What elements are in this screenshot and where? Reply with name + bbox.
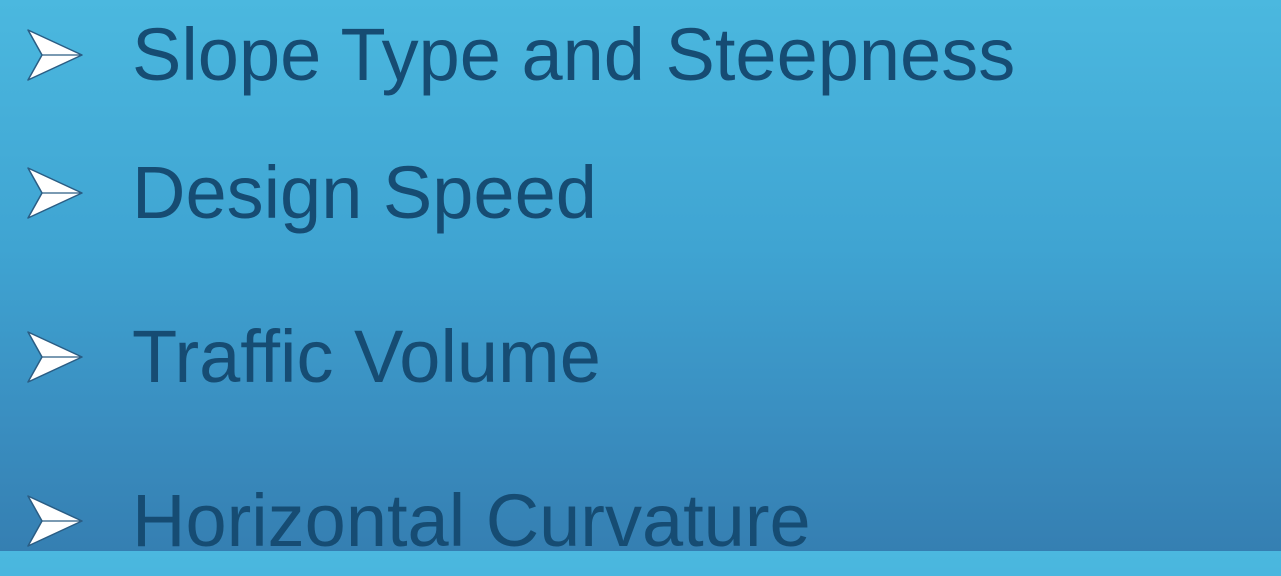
bullet-item: Slope Type and Steepness (0, 0, 1015, 110)
bullet-text: Slope Type and Steepness (132, 13, 1016, 96)
bullet-item: Horizontal Curvature (0, 466, 811, 576)
slide: Slope Type and Steepness Design Speed Tr… (0, 0, 1281, 558)
bullet-text: Traffic Volume (132, 315, 601, 398)
arrowhead-bullet-icon (27, 29, 83, 81)
arrowhead-bullet-icon (27, 331, 83, 383)
bullet-item: Traffic Volume (0, 302, 601, 412)
arrowhead-bullet-icon (27, 167, 83, 219)
bullet-text: Horizontal Curvature (132, 479, 811, 562)
arrowhead-bullet-icon (27, 495, 83, 547)
bullet-text: Design Speed (132, 151, 597, 234)
bullet-item: Design Speed (0, 138, 597, 248)
